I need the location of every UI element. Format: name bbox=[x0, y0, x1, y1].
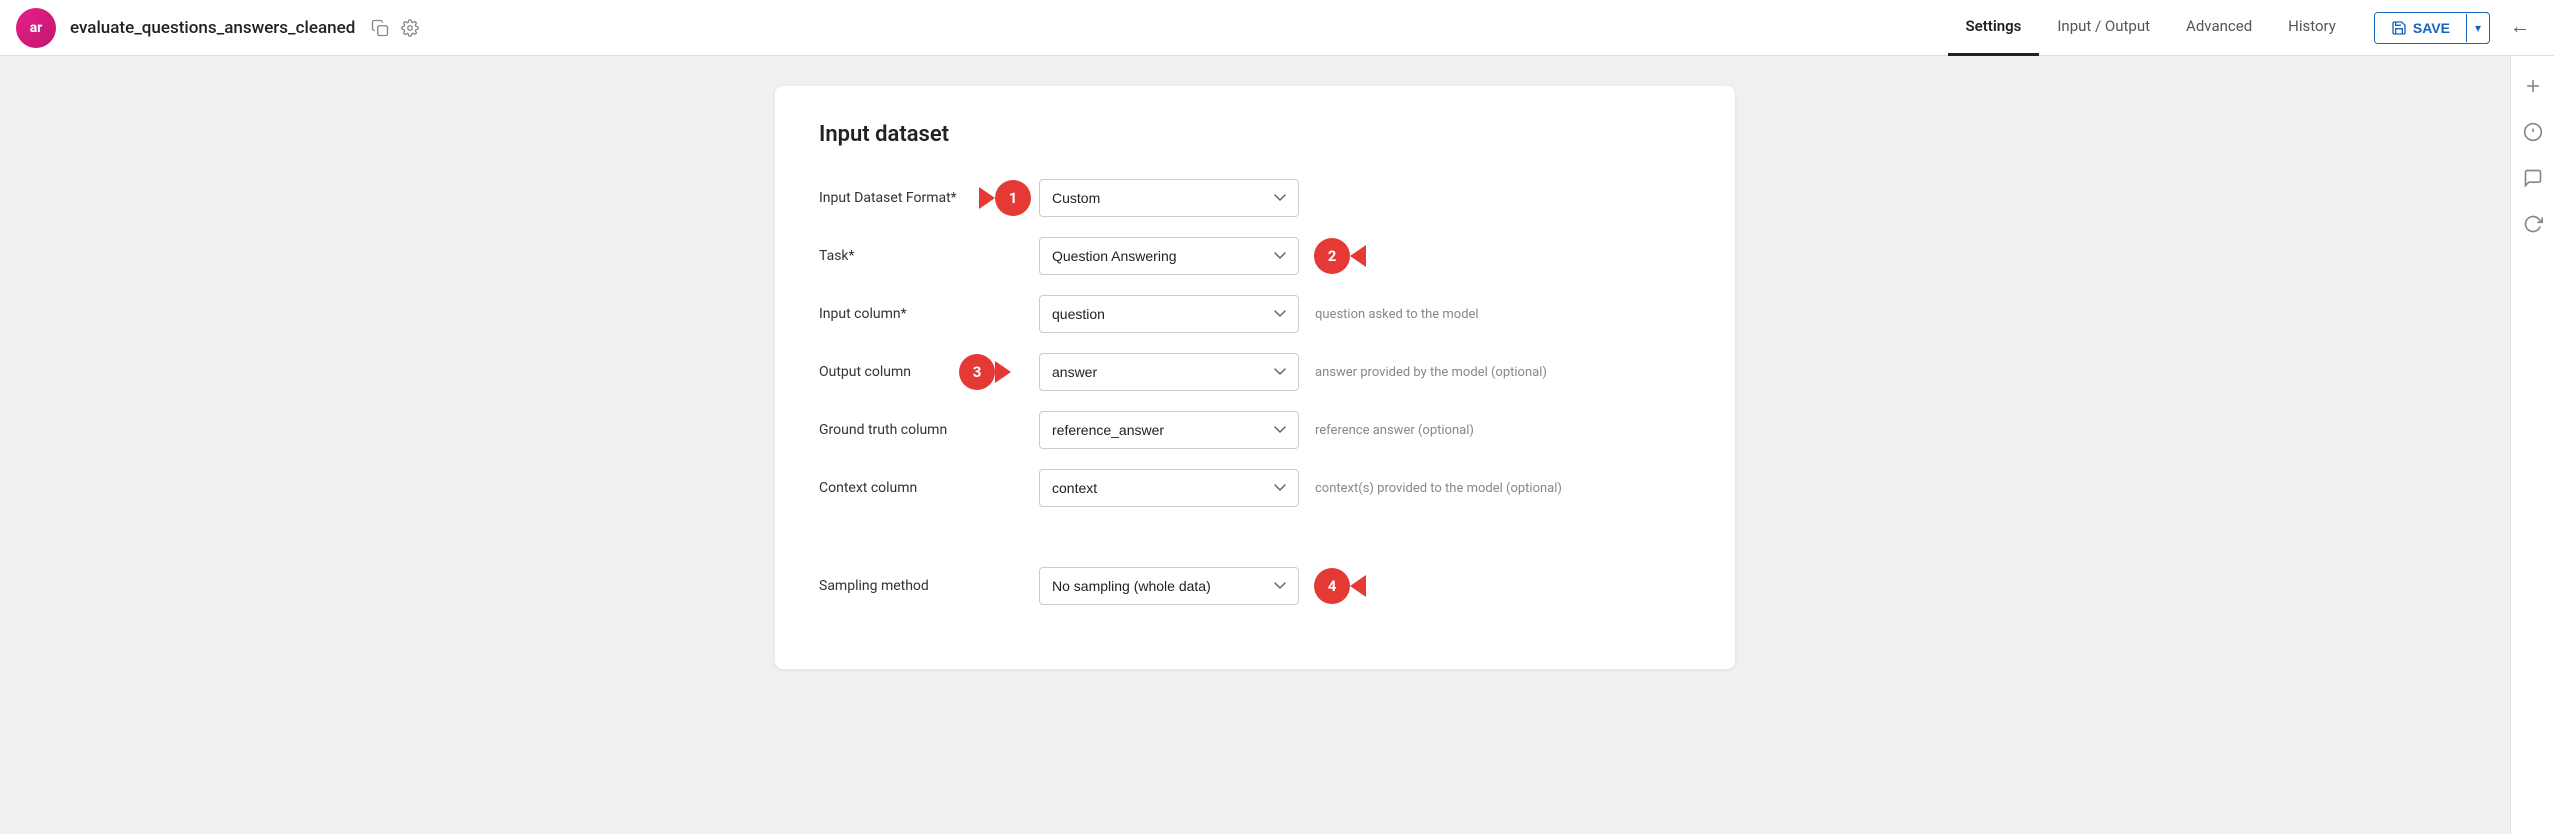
logo-button[interactable]: ar bbox=[16, 8, 56, 48]
badge-2-wrap: 2 bbox=[1314, 238, 1366, 274]
input-dataset-format-select[interactable]: Custom bbox=[1039, 179, 1299, 217]
main-content: Input dataset Input Dataset Format* Cust… bbox=[0, 56, 2510, 834]
save-button-group: SAVE ▾ bbox=[2374, 12, 2490, 44]
task-select[interactable]: Question Answering bbox=[1039, 237, 1299, 275]
save-button[interactable]: SAVE bbox=[2375, 13, 2466, 43]
save-icon bbox=[2391, 20, 2407, 36]
sidebar-info-button[interactable] bbox=[2515, 114, 2551, 150]
input-column-row: Input column* question question asked to… bbox=[819, 295, 1691, 333]
sampling-method-row: Sampling method No sampling (whole data)… bbox=[819, 567, 1691, 605]
save-caret-button[interactable]: ▾ bbox=[2466, 14, 2489, 42]
badge-3-arrowhead bbox=[995, 361, 1011, 383]
badge-1-arrowhead bbox=[979, 187, 995, 209]
settings-icon-button[interactable] bbox=[395, 15, 425, 41]
badge-1-wrap: 1 bbox=[979, 180, 1031, 216]
gear-icon bbox=[401, 19, 419, 37]
topbar: ar evaluate_questions_answers_cleaned Se… bbox=[0, 0, 2554, 56]
badge-3-arrow: 3 bbox=[959, 354, 1011, 390]
task-controls: Question Answering 2 bbox=[1039, 237, 1691, 275]
badge-2-arrowhead bbox=[1350, 245, 1366, 267]
badge-4-arrowhead bbox=[1350, 575, 1366, 597]
task-label: Task* bbox=[819, 248, 1039, 264]
ground-truth-controls: reference_answer reference answer (optio… bbox=[1039, 411, 1691, 449]
info-icon bbox=[2523, 122, 2543, 142]
input-dataset-format-row: Input Dataset Format* Custom 1 bbox=[819, 179, 1691, 217]
context-column-label: Context column bbox=[819, 480, 1039, 496]
output-column-select[interactable]: answer bbox=[1039, 353, 1299, 391]
input-column-controls: question question asked to the model bbox=[1039, 295, 1691, 333]
badge-1-arrow: 1 bbox=[979, 180, 1031, 216]
output-column-controls: 3 answer answer provided by the model (o… bbox=[1039, 353, 1691, 391]
output-column-hint: answer provided by the model (optional) bbox=[1315, 365, 1691, 380]
chat-icon bbox=[2523, 168, 2543, 188]
tab-settings[interactable]: Settings bbox=[1948, 0, 2040, 56]
input-column-select[interactable]: question bbox=[1039, 295, 1299, 333]
badge-4-wrap: 4 bbox=[1314, 568, 1366, 604]
badge-3-wrap: 3 bbox=[959, 354, 1011, 390]
ground-truth-row: Ground truth column reference_answer ref… bbox=[819, 411, 1691, 449]
tab-advanced[interactable]: Advanced bbox=[2168, 0, 2270, 56]
input-dataset-format-controls: Custom 1 bbox=[1039, 179, 1691, 217]
sidebar-sync-button[interactable] bbox=[2515, 206, 2551, 242]
context-column-row: Context column context context(s) provid… bbox=[819, 469, 1691, 507]
sampling-method-label: Sampling method bbox=[819, 578, 1039, 594]
badge-4-circle: 4 bbox=[1314, 568, 1350, 604]
task-row: Task* Question Answering 2 bbox=[819, 237, 1691, 275]
ground-truth-hint: reference answer (optional) bbox=[1315, 423, 1691, 438]
output-column-row: Output column 3 answer answer provided b… bbox=[819, 353, 1691, 391]
sampling-method-controls: No sampling (whole data) 4 bbox=[1039, 567, 1691, 605]
context-column-hint: context(s) provided to the model (option… bbox=[1315, 481, 1691, 496]
badge-3-circle: 3 bbox=[959, 354, 995, 390]
sampling-method-select[interactable]: No sampling (whole data) bbox=[1039, 567, 1299, 605]
sidebar-plus-button[interactable] bbox=[2515, 68, 2551, 104]
right-sidebar bbox=[2510, 56, 2554, 834]
document-title: evaluate_questions_answers_cleaned bbox=[70, 18, 355, 38]
tab-history[interactable]: History bbox=[2270, 0, 2354, 56]
back-button[interactable]: ← bbox=[2502, 12, 2538, 43]
sidebar-chat-button[interactable] bbox=[2515, 160, 2551, 196]
sync-icon bbox=[2523, 214, 2543, 234]
badge-1-circle: 1 bbox=[995, 180, 1031, 216]
badge-2-arrow: 2 bbox=[1314, 238, 1366, 274]
main-nav: Settings Input / Output Advanced History bbox=[1948, 0, 2354, 56]
context-column-select[interactable]: context bbox=[1039, 469, 1299, 507]
copy-button[interactable] bbox=[365, 15, 395, 41]
input-column-label: Input column* bbox=[819, 306, 1039, 322]
tab-input-output[interactable]: Input / Output bbox=[2039, 0, 2168, 56]
plus-icon bbox=[2523, 76, 2543, 96]
section-title: Input dataset bbox=[819, 122, 1691, 147]
badge-2-circle: 2 bbox=[1314, 238, 1350, 274]
input-column-hint: question asked to the model bbox=[1315, 307, 1691, 322]
form-card: Input dataset Input Dataset Format* Cust… bbox=[775, 86, 1735, 669]
context-column-controls: context context(s) provided to the model… bbox=[1039, 469, 1691, 507]
ground-truth-select[interactable]: reference_answer bbox=[1039, 411, 1299, 449]
badge-4-arrow: 4 bbox=[1314, 568, 1366, 604]
copy-icon bbox=[371, 19, 389, 37]
ground-truth-label: Ground truth column bbox=[819, 422, 1039, 438]
